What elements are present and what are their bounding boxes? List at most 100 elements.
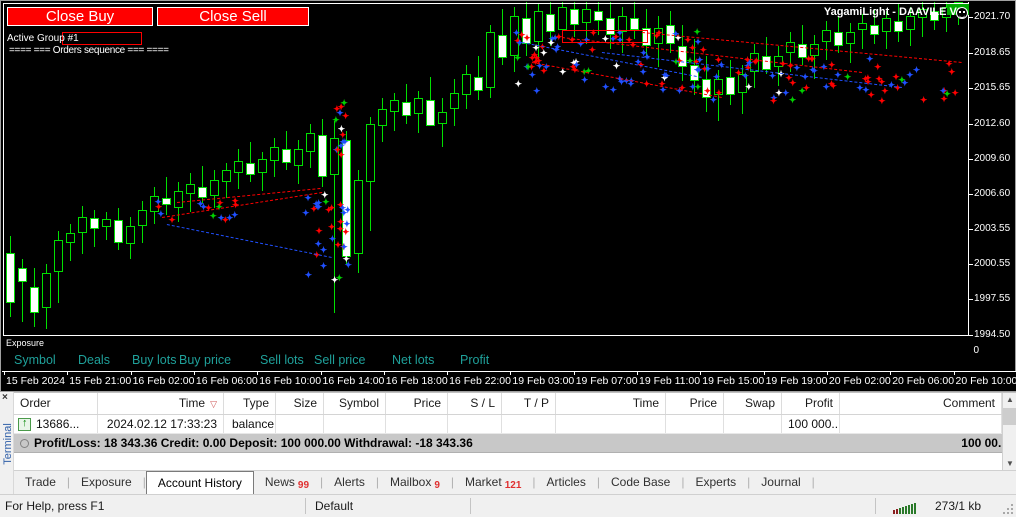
exposure-column-buy-lots[interactable]: Buy lots: [132, 353, 176, 367]
sell-marker-icon: ✦: [769, 96, 778, 107]
grip-dot: [1011, 508, 1013, 510]
column-header-t-p[interactable]: T / P: [502, 393, 556, 414]
tab-articles[interactable]: Articles: [536, 471, 597, 494]
tab-mailbox[interactable]: Mailbox 9: [379, 471, 451, 494]
price-tick: [969, 87, 973, 89]
candle-body: [570, 9, 579, 26]
candle-wick: [862, 13, 863, 49]
time-axis-label: 20 Feb 10:00: [955, 375, 1016, 387]
chart-window[interactable]: ✦ ✦ ✦ ✦ ✦ ✦ ✦ ✦ ✦ ✦ ✦ ✦ ✦ ✦ ✦ ✦ ✦ ✦ ✦ ✦ ✦ ✦ ✦ ✦ ✦ ✦ ✦ ✦ ✦ ✦ ✦ ✦ ✦ ✦ ✦ ✦ ✦ ✦ ✦ ✦…: [0, 0, 1016, 392]
column-header-symbol[interactable]: Symbol: [324, 393, 386, 414]
tab-label: Alerts: [334, 475, 365, 489]
candle-body: [786, 41, 795, 54]
exposure-column-sell-price[interactable]: Sell price: [314, 353, 365, 367]
column-header-price[interactable]: Price: [666, 393, 724, 414]
sell-marker-icon: ✦: [154, 202, 163, 213]
exposure-column-sell-lots[interactable]: Sell lots: [260, 353, 304, 367]
tab-exposure[interactable]: Exposure: [70, 471, 143, 494]
candle-body: [462, 74, 471, 96]
candle-body: [234, 160, 243, 173]
scroll-up-icon[interactable]: ▲: [1003, 393, 1016, 407]
time-axis-label: 19 Feb 03:00: [512, 375, 575, 387]
price-axis-label: 2012.60: [974, 117, 1011, 129]
sell-marker-icon: ✦: [864, 73, 872, 84]
column-header-type[interactable]: Type: [224, 393, 276, 414]
resize-grip[interactable]: [1001, 502, 1015, 516]
candle-body: [246, 163, 255, 175]
column-header-size[interactable]: Size: [276, 393, 324, 414]
time-tick: [890, 372, 892, 375]
candle-body: [306, 132, 315, 152]
candle-body: [582, 9, 591, 24]
close-buy-button[interactable]: Close Buy: [7, 7, 153, 26]
tab-experts[interactable]: Experts: [684, 471, 747, 494]
summary-bullet-icon: [20, 439, 29, 448]
exposure-column-deals[interactable]: Deals: [78, 353, 110, 367]
scroll-down-icon[interactable]: ▼: [1003, 457, 1016, 471]
tab-label: Account History: [157, 476, 242, 490]
tab-alerts[interactable]: Alerts: [323, 471, 376, 494]
price-axis-label: 2015.65: [974, 81, 1011, 93]
sell-marker-icon: ✦: [315, 225, 323, 236]
terminal-tab-bar[interactable]: Trade | Exposure | Account History News 99 | Ale…: [14, 470, 1016, 495]
column-header-s-l[interactable]: S / L: [448, 393, 502, 414]
column-header-price[interactable]: Price: [386, 393, 448, 414]
column-header-comment[interactable]: Comment: [840, 393, 1002, 414]
terminal-panel: × Terminal Order Time ▽ Type Size Symbol Price…: [0, 392, 1016, 495]
column-header-time[interactable]: Time ▽: [98, 393, 224, 414]
close-icon[interactable]: ×: [2, 393, 8, 403]
tab-news[interactable]: News 99: [254, 471, 320, 494]
candle-body: [546, 13, 555, 33]
time-axis-label: 15 Feb 2024: [6, 375, 65, 387]
table-vertical-scrollbar[interactable]: ▲ ▼: [1002, 393, 1016, 471]
sell-marker-icon: ✦: [523, 32, 531, 43]
tab-code-base[interactable]: Code Base: [600, 471, 681, 494]
time-axis-label: 20 Feb 06:00: [892, 375, 955, 387]
signal-bar: [893, 510, 895, 514]
exposure-column-profit[interactable]: Profit: [460, 353, 489, 367]
price-axis-label: 2003.55: [974, 223, 1011, 235]
scrollbar-thumb[interactable]: [1003, 408, 1016, 425]
column-header-profit[interactable]: Profit: [782, 393, 840, 414]
price-tick: [969, 158, 973, 160]
candle-body: [822, 30, 831, 42]
time-scale[interactable]: 15 Feb 2024 15 Feb 21:00 16 Feb 02:00 16 Fe…: [2, 371, 1016, 391]
tab-badge: 99: [297, 480, 310, 491]
price-scale[interactable]: 2021.70 2018.65 2015.65 2012.60 2009.60 2006.…: [968, 2, 1014, 340]
candle-body: [906, 16, 915, 31]
time-axis-label: 16 Feb 02:00: [132, 375, 195, 387]
cell-price: [386, 415, 448, 433]
status-profile[interactable]: Default: [310, 495, 358, 517]
tab-journal[interactable]: Journal: [750, 471, 811, 494]
time-tick: [67, 372, 69, 375]
candle-body: [66, 233, 75, 243]
buy-marker-icon: ✦: [533, 85, 541, 96]
sell-marker-icon: ✦: [714, 54, 723, 65]
status-help-text: For Help, press F1: [5, 499, 105, 513]
column-header-swap[interactable]: Swap: [724, 393, 782, 414]
sell-marker-icon: ✦: [337, 101, 345, 112]
buy-marker-icon: ✦: [704, 64, 712, 75]
table-row[interactable]: 13686...2024.02.12 17:33:23balance 100 00…: [14, 415, 1016, 434]
candle-body: [18, 268, 27, 283]
exposure-column-symbol[interactable]: Symbol: [14, 353, 56, 367]
column-header-time-close[interactable]: Time: [556, 393, 666, 414]
column-header-order[interactable]: Order: [14, 393, 98, 414]
cell-time2: [556, 415, 666, 433]
exposure-column-net-lots[interactable]: Net lots: [392, 353, 434, 367]
price-axis-label: 1997.55: [974, 293, 1011, 305]
time-tick: [953, 372, 955, 375]
buy-marker-icon: ✦: [512, 27, 521, 38]
price-axis-label: 2000.55: [974, 258, 1011, 270]
terminal-vertical-label: Terminal: [2, 423, 14, 465]
tab-account-history[interactable]: Account History: [145, 471, 254, 495]
close-sell-button[interactable]: Close Sell: [157, 7, 309, 26]
close-marker-icon: ✦: [788, 94, 797, 105]
exposure-column-buy-price[interactable]: Buy price: [179, 353, 231, 367]
buy-marker-icon: ✦: [801, 71, 809, 82]
time-tick: [320, 372, 322, 375]
tab-trade[interactable]: Trade: [14, 471, 67, 494]
tab-market[interactable]: Market 121: [454, 471, 532, 494]
buy-marker-icon: ✦: [741, 70, 750, 81]
price-tick: [969, 123, 973, 125]
